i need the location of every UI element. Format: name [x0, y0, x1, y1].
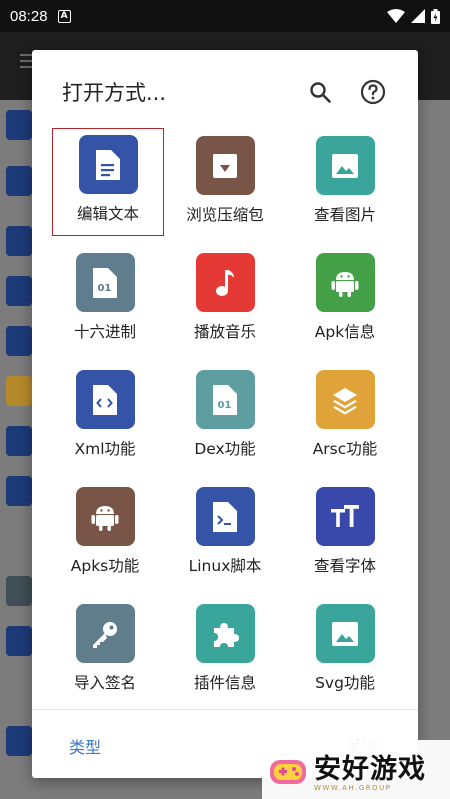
- key-icon: [93, 621, 117, 648]
- file-icon: [6, 576, 32, 606]
- tile-hex[interactable]: 01 十六进制: [49, 247, 161, 355]
- tile-play-music[interactable]: 播放音乐: [169, 247, 281, 355]
- tile-arsc[interactable]: Arsc功能: [289, 364, 401, 472]
- puzzle-icon: [214, 622, 239, 647]
- font-icon: [331, 504, 359, 527]
- tile-dex[interactable]: 01 Dex功能: [169, 364, 281, 472]
- tile-view-image[interactable]: 查看图片: [289, 130, 401, 238]
- hex-tile-icon: 01: [75, 253, 135, 312]
- tile-view-font[interactable]: 查看字体: [289, 481, 401, 589]
- file-icon: [6, 226, 32, 256]
- apks-tile-icon: [75, 487, 135, 546]
- tile-label: Dex功能: [194, 440, 256, 458]
- xml-tile-icon: [75, 370, 135, 429]
- document-icon: [96, 149, 120, 180]
- plugin-info-tile-icon: [195, 604, 255, 663]
- tile-label: Svg功能: [315, 674, 375, 692]
- tile-import-signature[interactable]: 导入签名: [49, 598, 161, 706]
- binary-file-icon: 01: [93, 267, 117, 298]
- tile-label: 十六进制: [73, 323, 136, 341]
- view-image-tile-icon: [315, 136, 375, 195]
- tile-label: Apk信息: [314, 323, 376, 341]
- notification-badge: A: [57, 9, 71, 23]
- tile-plugin-info[interactable]: 插件信息: [169, 598, 281, 706]
- android-icon: [331, 271, 359, 297]
- open-with-dialog: 打开方式... 编辑文本 浏览压缩包 查看图片 01 十六进制 播放音乐 Apk…: [32, 50, 418, 778]
- code-file-icon: [93, 384, 117, 415]
- tile-svg[interactable]: Svg功能: [289, 598, 401, 706]
- help-button[interactable]: [359, 78, 387, 106]
- tile-label: 编辑文本: [76, 205, 139, 223]
- edit-text-tile-icon: [78, 135, 138, 194]
- browse-archive-tile-icon: [195, 136, 255, 195]
- tile-apk-info[interactable]: Apk信息: [289, 247, 401, 355]
- tile-label: Xml功能: [74, 440, 136, 458]
- footer-divider: [32, 709, 418, 710]
- import-signature-tile-icon: [75, 604, 135, 663]
- dialog-header: 打开方式...: [32, 50, 418, 130]
- app-grid: 编辑文本 浏览压缩包 查看图片 01 十六进制 播放音乐 Apk信息 Xml功能…: [32, 128, 418, 702]
- tile-label: Apks功能: [70, 557, 140, 575]
- file-icon: [6, 110, 32, 140]
- tile-label: 插件信息: [193, 674, 256, 692]
- tile-label: Linux脚本: [188, 557, 262, 575]
- image-icon: [332, 621, 358, 646]
- file-icon: [6, 326, 32, 356]
- binary-file-icon: 01: [213, 384, 237, 415]
- file-icon: [6, 276, 32, 306]
- file-icon: [6, 726, 32, 756]
- svg-tile-icon: [315, 604, 375, 663]
- wifi-icon: [387, 9, 405, 23]
- watermark-text: 安好游戏 WWW.AH.GROUP: [314, 747, 426, 792]
- signal-icon: [411, 9, 425, 23]
- type-button[interactable]: 类型: [69, 734, 101, 758]
- file-icon: [6, 626, 32, 656]
- watermark-sub-text: WWW.AH.GROUP: [314, 784, 392, 792]
- svg-text:01: 01: [218, 400, 232, 411]
- terminal-file-icon: [213, 501, 237, 532]
- android-icon: [91, 505, 119, 531]
- search-button[interactable]: [306, 78, 334, 106]
- layers-icon: [333, 387, 357, 414]
- linux-script-tile-icon: [195, 487, 255, 546]
- file-icon: [6, 426, 32, 456]
- play-music-tile-icon: [195, 253, 255, 312]
- tile-edit-text[interactable]: 编辑文本: [52, 128, 164, 236]
- tile-label: 查看字体: [313, 557, 376, 575]
- status-bar: 08:28 A: [0, 0, 450, 32]
- music-note-icon: [216, 269, 234, 296]
- svg-text:01: 01: [98, 283, 112, 294]
- watermark: 安好游戏 WWW.AH.GROUP: [262, 740, 450, 799]
- search-icon: [310, 82, 331, 103]
- apk-info-tile-icon: [315, 253, 375, 312]
- tile-apks[interactable]: Apks功能: [49, 481, 161, 589]
- watermark-logo: [268, 750, 308, 790]
- tile-browse-archive[interactable]: 浏览压缩包: [169, 130, 281, 238]
- tile-label: 导入签名: [73, 674, 136, 692]
- tile-linux-script[interactable]: Linux脚本: [169, 481, 281, 589]
- file-icon: [6, 376, 32, 406]
- status-icons: [387, 8, 440, 24]
- arsc-tile-icon: [315, 370, 375, 429]
- gamepad-logo-icon: [270, 759, 306, 784]
- battery-icon: [431, 8, 440, 24]
- tile-xml[interactable]: Xml功能: [49, 364, 161, 472]
- dialog-title: 打开方式...: [62, 81, 167, 105]
- tile-label: Arsc功能: [312, 440, 378, 458]
- image-icon: [332, 153, 358, 178]
- dex-tile-icon: 01: [195, 370, 255, 429]
- tile-label: 播放音乐: [193, 323, 256, 341]
- help-icon: [360, 79, 386, 105]
- watermark-main-text: 安好游戏: [314, 754, 426, 785]
- file-icon: [6, 476, 32, 506]
- tile-label: 查看图片: [313, 206, 376, 224]
- tile-label: 浏览压缩包: [186, 206, 264, 224]
- archive-icon: [213, 153, 237, 178]
- status-time: 08:28: [10, 7, 48, 25]
- view-font-tile-icon: [315, 487, 375, 546]
- file-icon: [6, 166, 32, 196]
